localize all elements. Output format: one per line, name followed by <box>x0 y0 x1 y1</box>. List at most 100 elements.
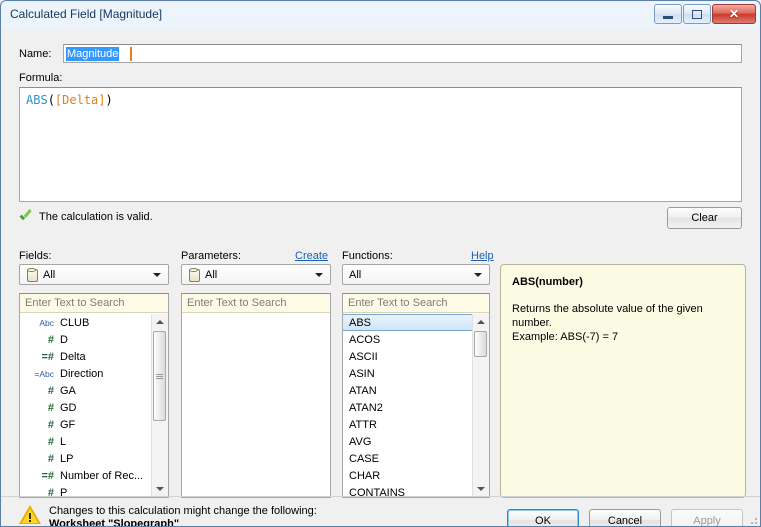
function-list-item[interactable]: ACOS <box>343 331 489 348</box>
field-type-icon: =# <box>41 469 54 482</box>
formula-label: Formula: <box>19 72 63 84</box>
fields-list-body: Abc CLUB # D =# Delta =Abc Direction # GA # GD # GF # L… <box>20 314 168 498</box>
field-type-icon: =Abc <box>34 368 54 379</box>
formula-close-paren: ) <box>105 93 113 107</box>
name-label: Name: <box>19 48 52 60</box>
field-label: GD <box>60 401 77 414</box>
function-help-title: ABS(number) <box>512 276 583 288</box>
field-label: CLUB <box>60 316 90 329</box>
fields-dropdown[interactable]: All <box>19 264 169 285</box>
function-list-item[interactable]: CASE <box>343 450 489 467</box>
function-help-panel: ABS(number) Returns the absolute value o… <box>500 264 746 498</box>
caret-down-icon <box>476 487 485 491</box>
close-icon: ✕ <box>728 7 740 21</box>
text-caret <box>130 47 132 61</box>
field-type-icon: Abc <box>39 317 54 328</box>
functions-header: Functions: <box>342 250 393 262</box>
functions-search-input[interactable]: Enter Text to Search <box>343 294 489 313</box>
formula-editor[interactable]: ABS([Delta]) <box>19 87 742 202</box>
field-list-item[interactable]: # LP <box>20 450 168 467</box>
formula-field-token: [Delta] <box>54 93 106 107</box>
dialog-body: Name: Magnitude Formula: ABS([Delta]) Th… <box>1 30 760 526</box>
close-button[interactable]: ✕ <box>712 4 756 24</box>
field-type-icon: # <box>47 333 54 346</box>
parameters-dropdown[interactable]: All <box>181 264 331 285</box>
minimize-button[interactable] <box>654 4 682 24</box>
fields-scroll-up-button[interactable] <box>152 314 167 330</box>
restore-icon <box>692 9 702 19</box>
database-icon <box>26 268 38 282</box>
parameters-search-input[interactable]: Enter Text to Search <box>182 294 330 313</box>
dialog-buttons: OK Cancel Apply <box>507 509 743 526</box>
function-list-item[interactable]: ATAN2 <box>343 399 489 416</box>
field-label: L <box>60 435 67 448</box>
functions-help-link[interactable]: Help <box>471 250 494 262</box>
grip-icon <box>156 373 163 379</box>
function-list-item[interactable]: ASIN <box>343 365 489 382</box>
field-list-item[interactable]: # GD <box>20 399 168 416</box>
function-help-description: Returns the absolute value of the given … <box>512 303 703 329</box>
field-list-item[interactable]: =# Delta <box>20 348 168 365</box>
field-list-item[interactable]: # D <box>20 331 168 348</box>
fields-scroll-down-button[interactable] <box>152 481 167 497</box>
fields-header: Fields: <box>19 250 52 262</box>
function-list-item[interactable]: ATAN <box>343 382 489 399</box>
function-list-item[interactable]: ATTR <box>343 416 489 433</box>
green-check-icon <box>19 210 33 224</box>
fields-list[interactable]: Enter Text to Search Abc CLUB # D =# Delta =Ab… <box>19 293 169 498</box>
caret-down-icon <box>155 487 164 491</box>
clear-button[interactable]: Clear <box>667 207 742 229</box>
resize-grip[interactable] <box>747 514 757 524</box>
formula-function-token: ABS <box>26 93 48 107</box>
functions-dropdown-value: All <box>349 268 362 281</box>
warning-line-2: Worksheet "Slopegraph" <box>49 518 180 527</box>
function-list-item[interactable]: ASCII <box>343 348 489 365</box>
warning-message: Changes to this calculation might change… <box>19 505 317 527</box>
fields-scrollbar[interactable] <box>151 314 168 497</box>
restore-button[interactable] <box>683 4 711 24</box>
footer-divider <box>1 496 760 497</box>
field-type-icon: # <box>47 418 54 431</box>
field-label: Delta <box>60 350 86 363</box>
functions-scroll-thumb[interactable] <box>474 331 487 357</box>
function-list-item[interactable]: ABS <box>343 314 489 331</box>
function-list-item[interactable]: CHAR <box>343 467 489 484</box>
database-icon <box>188 268 200 282</box>
field-type-icon: # <box>47 401 54 414</box>
function-list-item[interactable]: AVG <box>343 433 489 450</box>
fields-scroll-thumb[interactable] <box>153 331 166 421</box>
functions-scrollbar[interactable] <box>472 314 489 497</box>
field-label: GF <box>60 418 76 431</box>
create-parameter-link[interactable]: Create <box>295 250 328 262</box>
name-row: Name: Magnitude <box>19 44 742 64</box>
field-type-icon: # <box>47 435 54 448</box>
field-list-item[interactable]: # GA <box>20 382 168 399</box>
fields-search-input[interactable]: Enter Text to Search <box>20 294 168 313</box>
field-type-icon: =# <box>41 350 54 363</box>
ok-button[interactable]: OK <box>507 509 579 526</box>
field-label: GA <box>60 384 76 397</box>
window-controls: ✕ <box>654 4 756 24</box>
apply-button: Apply <box>671 509 743 526</box>
fields-dropdown-value: All <box>43 268 56 281</box>
field-type-icon: # <box>47 452 54 465</box>
field-list-item[interactable]: Abc CLUB <box>20 314 168 331</box>
functions-list-body: ABS ACOS ASCII ASIN ATAN ATAN2 ATTR AVG CASE CHAR… <box>343 314 489 497</box>
warning-line-1: Changes to this calculation might change… <box>49 505 317 517</box>
validation-message: The calculation is valid. <box>39 211 153 223</box>
caret-up-icon <box>476 320 485 324</box>
functions-dropdown[interactable]: All <box>342 264 490 285</box>
field-list-item[interactable]: # GF <box>20 416 168 433</box>
field-list-item[interactable]: # L <box>20 433 168 450</box>
functions-scroll-up-button[interactable] <box>473 314 488 330</box>
parameters-list[interactable]: Enter Text to Search <box>181 293 331 498</box>
warning-triangle-icon <box>19 505 41 525</box>
field-list-item[interactable]: =# Number of Rec... <box>20 467 168 484</box>
name-input[interactable]: Magnitude <box>63 44 742 63</box>
minimize-icon <box>663 16 673 19</box>
functions-scroll-down-button[interactable] <box>473 481 488 497</box>
field-list-item[interactable]: =Abc Direction <box>20 365 168 382</box>
functions-list[interactable]: Enter Text to Search ABS ACOS ASCII ASIN ATA… <box>342 293 490 498</box>
cancel-button[interactable]: Cancel <box>589 509 661 526</box>
formula-open-paren: ( <box>47 93 55 107</box>
